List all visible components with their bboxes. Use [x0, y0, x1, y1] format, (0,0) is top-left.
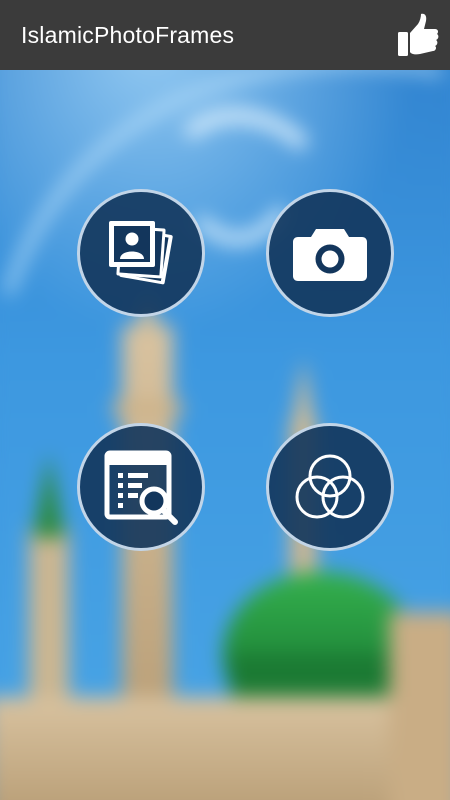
overlapping-circles-icon [295, 454, 365, 519]
background-image [0, 0, 450, 800]
effects-button[interactable] [266, 423, 394, 551]
gallery-button[interactable] [77, 189, 205, 317]
like-button[interactable] [394, 9, 442, 61]
app-title: IslamicPhotoFrames [21, 21, 235, 48]
action-bar: IslamicPhotoFrames [0, 0, 450, 70]
photo-gallery-icon [109, 221, 173, 285]
browse-frames-button[interactable] [77, 423, 205, 551]
camera-icon [293, 229, 367, 281]
browse-frames-icon [104, 450, 178, 525]
camera-button[interactable] [266, 189, 394, 317]
thumbs-up-icon [398, 13, 439, 56]
